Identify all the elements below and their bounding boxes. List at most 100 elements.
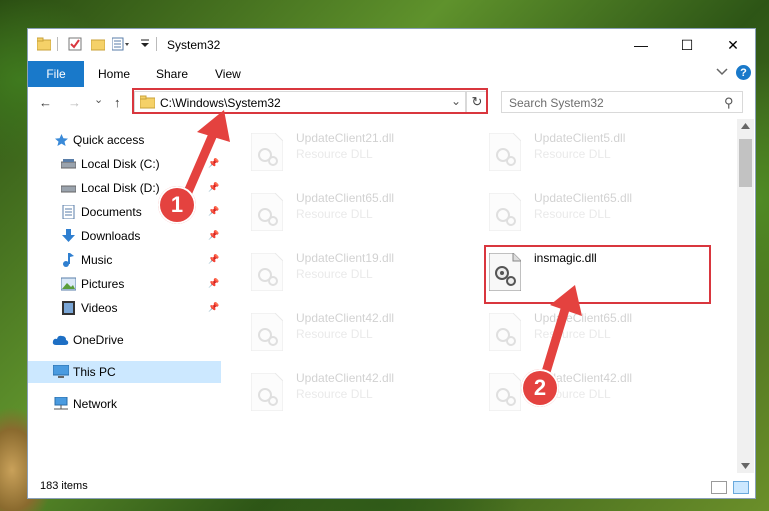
title-bar: System32 — ☐ ✕ <box>28 29 755 61</box>
vertical-scrollbar[interactable] <box>737 119 754 473</box>
sidebar-item-label: Local Disk (C:) <box>81 157 160 171</box>
customize-view-icon[interactable] <box>112 37 132 53</box>
sidebar-item-label: Downloads <box>81 229 141 243</box>
music-icon <box>61 253 76 267</box>
file-type: Resource DLL <box>296 267 373 281</box>
recent-locations-button[interactable]: ⌄ <box>94 93 103 106</box>
file-name: UpdateClient42.dll <box>296 371 395 385</box>
file-item[interactable]: UpdateClient42.dll Resource DLL <box>246 367 476 427</box>
videos-icon <box>61 301 76 315</box>
file-highlight-box <box>484 245 711 304</box>
file-type: Resource DLL <box>296 387 373 401</box>
step-1-badge: 1 <box>158 186 196 224</box>
scroll-down-icon[interactable] <box>741 463 750 469</box>
dll-file-icon <box>489 133 521 171</box>
sidebar-item-videos[interactable]: Videos 📌 <box>28 297 221 319</box>
file-name: UpdateClient42.dll <box>296 311 395 325</box>
sidebar-item-network[interactable]: Network <box>28 393 221 415</box>
pin-icon: 📌 <box>208 278 220 288</box>
toolbar-divider <box>57 37 58 51</box>
file-item[interactable]: UpdateClient19.dll Resource DLL <box>246 247 476 307</box>
sidebar-item-this-pc[interactable]: This PC <box>28 361 221 383</box>
sidebar-item-quick-access[interactable]: Quick access <box>28 129 221 151</box>
explorer-window: System32 — ☐ ✕ File Home Share View ? ← … <box>27 28 756 499</box>
dll-file-icon <box>251 133 283 171</box>
drive-icon <box>61 181 76 195</box>
dll-file-icon <box>251 313 283 351</box>
file-type: Resource DLL <box>296 327 373 341</box>
pictures-icon <box>61 277 76 291</box>
drive-icon <box>61 157 76 171</box>
search-input[interactable]: Search System32 <box>509 96 604 110</box>
pin-icon: 📌 <box>208 182 220 192</box>
minimize-button[interactable]: — <box>618 29 664 61</box>
tab-home[interactable]: Home <box>98 67 130 81</box>
pin-icon: 📌 <box>208 158 220 168</box>
new-folder-icon[interactable] <box>91 37 105 53</box>
search-box[interactable]: Search System32 ⚲ <box>501 91 743 113</box>
file-item[interactable]: UpdateClient65.dll Resource DLL <box>246 187 476 247</box>
file-name: UpdateClient65.dll <box>296 191 395 205</box>
downloads-icon <box>61 229 76 243</box>
sidebar-item-label: Quick access <box>73 133 145 147</box>
file-item[interactable]: UpdateClient42.dll Resource DLL <box>484 367 714 427</box>
ribbon: File Home Share View ? <box>28 61 755 87</box>
large-icons-view-icon[interactable] <box>733 481 749 494</box>
file-item[interactable]: UpdateClient5.dll Resource DLL <box>484 127 714 187</box>
sidebar-item-label: This PC <box>73 365 116 379</box>
pin-icon: 📌 <box>208 206 220 216</box>
file-item[interactable]: UpdateClient65.dll Resource DLL <box>484 307 714 367</box>
dll-file-icon <box>251 373 283 411</box>
file-name: UpdateClient21.dll <box>296 131 395 145</box>
dll-file-icon <box>251 253 283 291</box>
documents-icon <box>61 205 76 219</box>
sidebar-item-label: Local Disk (D:) <box>81 181 160 195</box>
sidebar-item-pictures[interactable]: Pictures 📌 <box>28 273 221 295</box>
details-view-icon[interactable] <box>711 481 727 494</box>
close-button[interactable]: ✕ <box>710 29 756 61</box>
title-divider <box>156 37 157 51</box>
up-button[interactable]: ↑ <box>114 95 121 110</box>
tab-share[interactable]: Share <box>156 67 188 81</box>
help-icon[interactable]: ? <box>736 65 751 80</box>
sidebar-item-label: OneDrive <box>73 333 124 347</box>
file-item[interactable]: UpdateClient42.dll Resource DLL <box>246 307 476 367</box>
sidebar-item-music[interactable]: Music 📌 <box>28 249 221 271</box>
sidebar-item-label: Documents <box>81 205 142 219</box>
file-name: UpdateClient65.dll <box>534 191 633 205</box>
maximize-button[interactable]: ☐ <box>664 29 710 61</box>
forward-button[interactable]: → <box>68 95 81 110</box>
file-name: UpdateClient19.dll <box>296 251 395 265</box>
tab-file[interactable]: File <box>28 61 84 87</box>
navigation-pane: Quick access Local Disk (C:) 📌 Local Dis… <box>28 121 221 473</box>
scrollbar-thumb[interactable] <box>739 139 752 187</box>
computer-icon <box>53 365 69 379</box>
sidebar-item-label: Videos <box>81 301 118 315</box>
dll-file-icon <box>489 373 521 411</box>
sidebar-item-label: Pictures <box>81 277 125 291</box>
file-item[interactable]: UpdateClient21.dll Resource DLL <box>246 127 476 187</box>
dll-file-icon <box>489 313 521 351</box>
file-type: Resource DLL <box>296 147 373 161</box>
pin-icon: 📌 <box>208 254 220 264</box>
file-name: UpdateClient65.dll <box>534 311 633 325</box>
chevron-down-icon[interactable] <box>716 67 728 77</box>
file-item[interactable]: UpdateClient65.dll Resource DLL <box>484 187 714 247</box>
sidebar-item-label: Music <box>81 253 113 267</box>
search-icon[interactable]: ⚲ <box>724 95 734 111</box>
qa-dropdown-icon[interactable] <box>140 39 150 55</box>
tab-view[interactable]: View <box>215 67 241 81</box>
address-highlight-box <box>132 88 488 114</box>
pin-icon: 📌 <box>208 302 220 312</box>
sidebar-item-onedrive[interactable]: OneDrive <box>28 329 221 351</box>
folder-icon <box>37 37 51 51</box>
pin-icon: 📌 <box>208 230 220 240</box>
window-title: System32 <box>167 38 221 52</box>
properties-icon[interactable] <box>68 37 82 53</box>
back-button[interactable]: ← <box>39 95 52 110</box>
item-count: 183 items <box>40 480 88 492</box>
sidebar-item-downloads[interactable]: Downloads 📌 <box>28 225 221 247</box>
file-type: Resource DLL <box>534 147 611 161</box>
sidebar-item-local-disk-c[interactable]: Local Disk (C:) 📌 <box>28 153 221 175</box>
scroll-up-icon[interactable] <box>741 123 750 129</box>
